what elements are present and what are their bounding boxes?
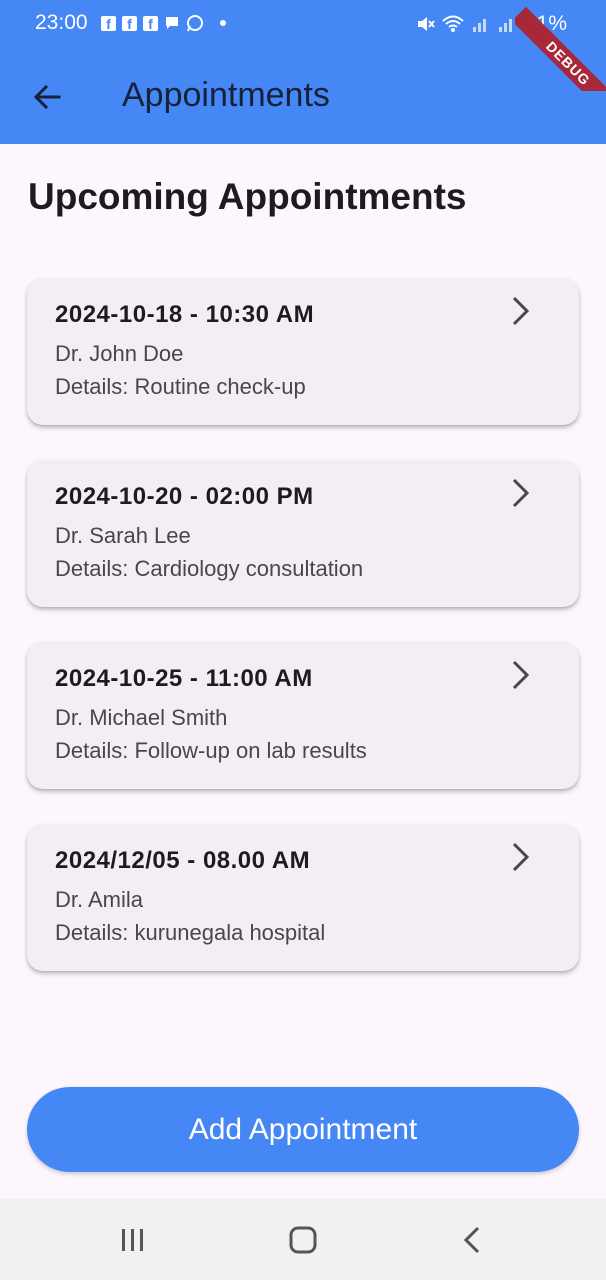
page-title: Appointments [122, 76, 330, 114]
wifi-icon [442, 15, 464, 32]
appointment-datetime: 2024/12/05 - 08.00 AM [55, 847, 311, 874]
back-button[interactable] [22, 72, 72, 122]
message-icon [166, 17, 178, 29]
mute-icon [418, 17, 435, 31]
chevron-right-icon [512, 842, 530, 872]
appointment-doctor: Dr. Amila [55, 887, 144, 912]
facebook-icon: f [143, 15, 158, 31]
section-title: Upcoming Appointments [28, 176, 467, 217]
appointment-details: Details: Routine check-up [55, 374, 306, 399]
signal-icon [473, 19, 486, 32]
appointment-card[interactable]: 2024-10-20 - 02:00 PM Dr. Sarah Lee Deta… [27, 460, 579, 607]
debug-banner: DEBUG [515, 0, 606, 91]
home-icon[interactable] [288, 1226, 318, 1254]
appointment-datetime: 2024-10-20 - 02:00 PM [55, 483, 314, 510]
debug-label: DEBUG [515, 6, 606, 91]
appointment-doctor: Dr. Sarah Lee [55, 523, 191, 548]
recents-icon[interactable] [118, 1227, 148, 1253]
appointment-details: Details: kurunegala hospital [55, 920, 326, 945]
appointment-datetime: 2024-10-25 - 11:00 AM [55, 665, 313, 692]
chevron-right-icon [512, 296, 530, 326]
whatsapp-icon [187, 15, 203, 32]
nav-back-icon[interactable] [461, 1225, 483, 1255]
chevron-right-icon [512, 660, 530, 690]
appointment-details: Details: Cardiology consultation [55, 556, 364, 581]
appointment-doctor: Dr. John Doe [55, 341, 184, 366]
appointment-card[interactable]: 2024-10-25 - 11:00 AM Dr. Michael Smith … [27, 642, 579, 789]
notification-icons: f f f [101, 14, 226, 32]
status-time: 23:00 [35, 11, 88, 34]
chevron-right-icon [512, 478, 530, 508]
appointment-doctor: Dr. Michael Smith [55, 705, 228, 730]
add-appointment-button[interactable]: Add Appointment [27, 1087, 579, 1172]
appointment-details: Details: Follow-up on lab results [55, 738, 367, 763]
facebook-icon: f [101, 15, 116, 31]
signal-icon [499, 19, 512, 32]
arrow-back-icon [33, 84, 61, 110]
appointment-datetime: 2024-10-18 - 10:30 AM [55, 301, 315, 328]
app-bar: 23:00 f f f 31% DEBUG Appointments [0, 0, 606, 144]
more-notifications-dot [220, 20, 226, 26]
system-nav-bar [0, 1199, 606, 1280]
appointment-card[interactable]: 2024/12/05 - 08.00 AM Dr. Amila Details:… [27, 824, 579, 971]
facebook-icon: f [122, 15, 137, 31]
appointment-card[interactable]: 2024-10-18 - 10:30 AM Dr. John Doe Detai… [27, 278, 579, 425]
